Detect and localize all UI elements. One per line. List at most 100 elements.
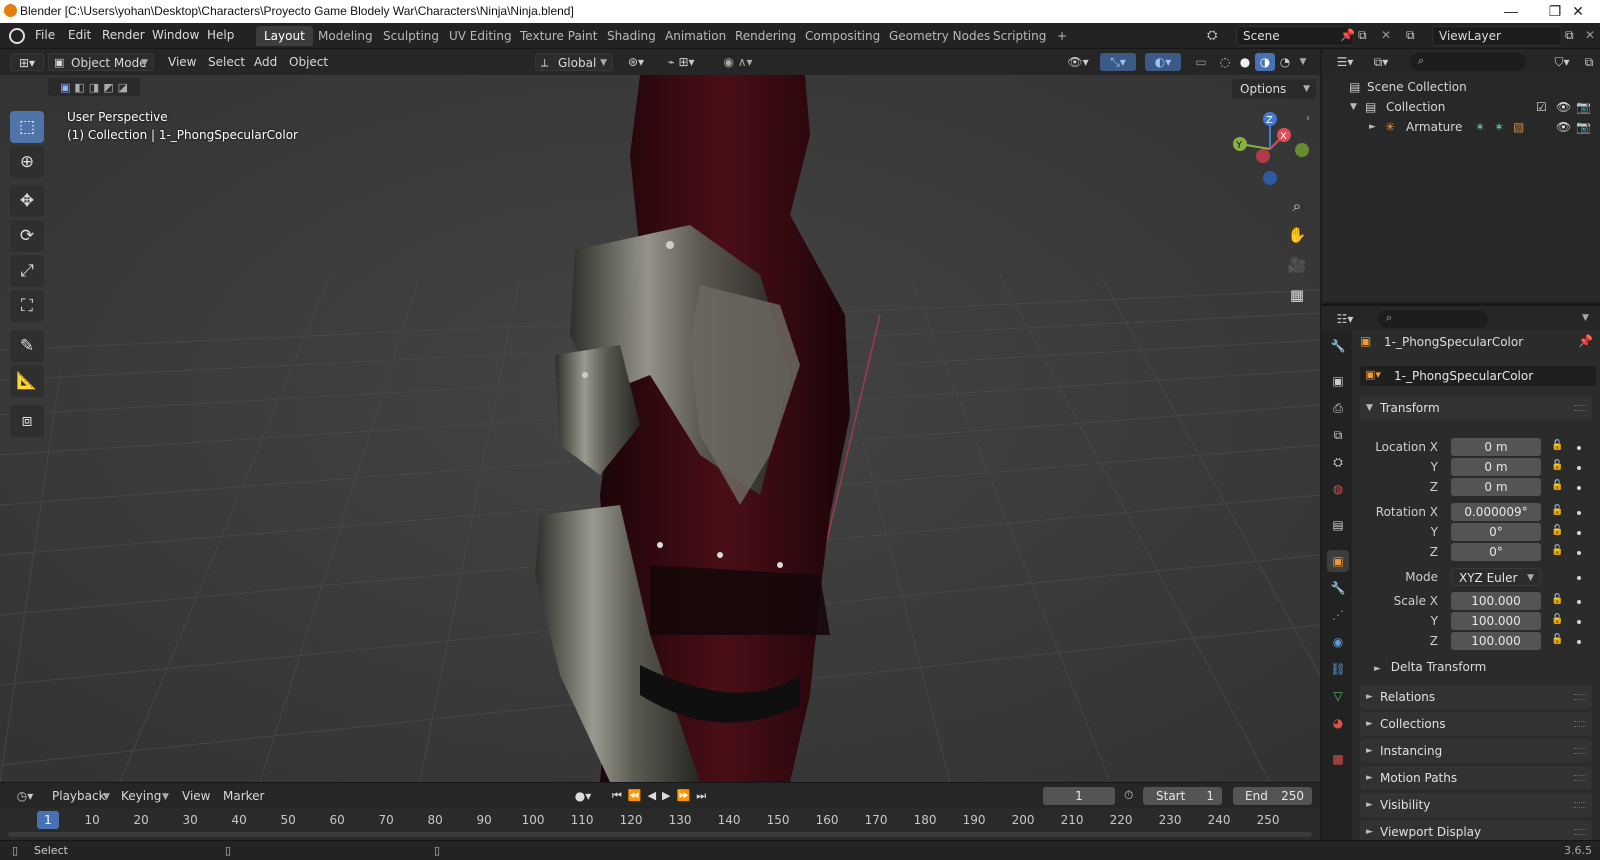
viewlayer-field[interactable]: ViewLayer — [1432, 26, 1562, 46]
transform-panel-header[interactable]: ▼ Transform — [1360, 396, 1592, 420]
collections-panel-header[interactable]: ► Collections — [1360, 712, 1592, 736]
view-layer-tab-icon[interactable]: ⧉ — [1327, 424, 1349, 446]
location-x-field[interactable]: 0 m — [1451, 438, 1541, 456]
add-cube-tool-icon[interactable]: ⧈ — [10, 405, 44, 437]
select-new-icon[interactable]: ▣ — [60, 81, 70, 94]
menu-select[interactable]: Select — [208, 53, 245, 71]
preview-range-icon[interactable]: ⏱ — [1124, 788, 1133, 803]
drag-grip-icon[interactable] — [1574, 802, 1586, 808]
lock-icon[interactable]: 🔓 — [1551, 505, 1563, 516]
overlay-toggle-icon[interactable]: ◐▾ — [1145, 53, 1181, 71]
lock-icon[interactable]: 🔓 — [1551, 460, 1563, 471]
current-frame-field[interactable]: 1 — [1043, 787, 1115, 805]
rotate-tool-icon[interactable]: ⟳ — [10, 220, 44, 252]
expand-arrow-icon[interactable]: ▼ — [1350, 97, 1357, 117]
chevron-down-icon[interactable]: ▼ — [1582, 313, 1589, 323]
orientation-dropdown[interactable]: ⟂ Global ▼ — [535, 53, 613, 71]
drag-grip-icon[interactable] — [1574, 721, 1586, 727]
solid-shading-icon[interactable]: ● — [1236, 53, 1254, 71]
add-workspace-button[interactable]: + — [1049, 26, 1075, 46]
tab-shading[interactable]: Shading — [599, 26, 664, 46]
gizmo-toggle-icon[interactable]: ⤡▾ — [1100, 53, 1136, 71]
world-tab-icon[interactable]: ◍ — [1327, 478, 1349, 500]
texture-tab-icon[interactable]: ▩ — [1327, 748, 1349, 770]
visibility-panel-header[interactable]: ► Visibility — [1360, 793, 1592, 817]
properties-editor-icon[interactable]: ☷▾ — [1330, 310, 1360, 328]
outliner-row-armature[interactable]: ► ✳ Armature ✶ ✶ ▧ 👁 📷 — [1322, 117, 1600, 137]
measure-tool-icon[interactable]: 📐 — [10, 365, 44, 397]
filter-icon[interactable]: ⛉▾ — [1547, 53, 1577, 71]
ortho-grid-icon[interactable]: ▦ — [1283, 281, 1311, 309]
display-mode-icon[interactable]: ⧉▾ — [1366, 53, 1396, 71]
tab-texture-paint[interactable]: Texture Paint — [512, 26, 605, 46]
annotate-tool-icon[interactable]: ✎ — [10, 330, 44, 362]
viewport-display-panel-header[interactable]: ► Viewport Display — [1360, 820, 1592, 840]
lock-icon[interactable]: 🔓 — [1551, 545, 1563, 556]
transform-tool-icon[interactable]: ⛶ — [10, 290, 44, 322]
cursor-tool-icon[interactable]: ⊕ — [10, 146, 44, 178]
tab-rendering[interactable]: Rendering — [727, 26, 804, 46]
properties-search-input[interactable]: ⌕ — [1378, 310, 1488, 328]
select-invert-icon[interactable]: ◩ — [103, 81, 113, 94]
physics-tab-icon[interactable]: ◉ — [1327, 631, 1349, 653]
outliner-row-scene-collection[interactable]: ▤ Scene Collection — [1322, 77, 1600, 97]
constraints-tab-icon[interactable]: ⛓ — [1327, 658, 1349, 680]
outliner-editor-icon[interactable]: ☰▾ — [1330, 53, 1360, 71]
options-dropdown[interactable]: Options ▼ — [1232, 79, 1316, 99]
relations-panel-header[interactable]: ► Relations — [1360, 685, 1592, 709]
mode-dropdown[interactable]: ▣ Object Mode ▼ — [48, 53, 154, 71]
tab-geometry-nodes[interactable]: Geometry Nodes — [881, 26, 998, 46]
delete-viewlayer-icon[interactable]: ✕ — [1585, 28, 1595, 42]
rendered-shading-icon[interactable]: ◔ — [1276, 53, 1294, 71]
gizmo-neg-x-axis[interactable] — [1256, 149, 1270, 163]
pose-icon[interactable]: ✶ — [1475, 117, 1485, 137]
tab-sculpting[interactable]: Sculpting — [375, 26, 447, 46]
scene-field[interactable]: Scene — [1236, 26, 1354, 46]
material-tab-icon[interactable]: ◕ — [1327, 712, 1349, 734]
new-scene-icon[interactable]: ⧉ — [1358, 28, 1367, 43]
keyframe-dot-icon[interactable] — [1577, 486, 1581, 490]
camera-view-icon[interactable]: 🎥 — [1283, 251, 1311, 279]
lock-icon[interactable]: 🔓 — [1551, 440, 1563, 451]
select-mode-buttons[interactable]: ▣ ◧ ◨ ◩ ◪ — [48, 78, 140, 96]
scale-y-field[interactable]: 100.000 — [1451, 612, 1541, 630]
timeline-scrollbar[interactable] — [8, 832, 1312, 837]
modifier-icon[interactable]: ▧ — [1513, 117, 1524, 137]
proportional-edit-icon[interactable]: ◉ ∧▾ — [713, 53, 763, 71]
snap-icon[interactable]: ⌁ ⊞▾ — [657, 53, 705, 71]
gizmo-neg-z-axis[interactable] — [1263, 171, 1277, 185]
menu-add[interactable]: Add — [254, 53, 277, 71]
timeline-editor-icon[interactable]: ◷▾ — [10, 787, 40, 805]
blender-menu-icon[interactable] — [9, 28, 25, 44]
visibility-icon[interactable]: 👁▾ — [1063, 53, 1093, 71]
menu-render[interactable]: Render — [102, 28, 145, 42]
lock-icon[interactable]: 🔓 — [1551, 594, 1563, 605]
menu-object[interactable]: Object — [289, 53, 328, 71]
pan-hand-icon[interactable]: ✋ — [1283, 221, 1311, 249]
rotation-z-field[interactable]: 0° — [1451, 543, 1541, 561]
rotation-mode-dropdown[interactable]: XYZ Euler ▼ — [1451, 568, 1541, 586]
start-frame-field[interactable]: Start 1 — [1143, 787, 1222, 805]
scene-tab-icon[interactable]: ⛭ — [1327, 451, 1349, 473]
keyframe-dot-icon[interactable] — [1577, 620, 1581, 624]
delta-transform-subpanel[interactable]: ► Delta Transform — [1374, 660, 1486, 674]
auto-key-icon[interactable]: ●▾ — [568, 787, 598, 805]
keyframe-dot-icon[interactable] — [1577, 446, 1581, 450]
menu-keying[interactable]: Keying — [121, 787, 161, 805]
menu-edit[interactable]: Edit — [68, 28, 91, 42]
render-camera-icon[interactable]: 📷 — [1576, 97, 1591, 117]
keyframe-dot-icon[interactable] — [1577, 551, 1581, 555]
drag-grip-icon[interactable] — [1574, 748, 1586, 754]
select-extend-icon[interactable]: ◧ — [74, 81, 84, 94]
drag-grip-icon[interactable] — [1574, 775, 1586, 781]
select-intersect-icon[interactable]: ◪ — [118, 81, 128, 94]
expand-arrow-icon[interactable]: ► — [1369, 117, 1376, 137]
shading-options-chevron-icon[interactable]: ▼ — [1296, 53, 1310, 71]
exclude-checkbox[interactable]: ☑ — [1536, 97, 1547, 117]
xray-icon[interactable]: ▭ — [1192, 53, 1210, 71]
lock-icon[interactable]: 🔓 — [1551, 525, 1563, 536]
object-tab-icon[interactable]: ▣ — [1327, 550, 1349, 572]
gizmo-neg-y-axis[interactable] — [1295, 143, 1309, 157]
menu-file[interactable]: File — [35, 28, 55, 42]
delete-scene-icon[interactable]: ✕ — [1381, 28, 1391, 42]
